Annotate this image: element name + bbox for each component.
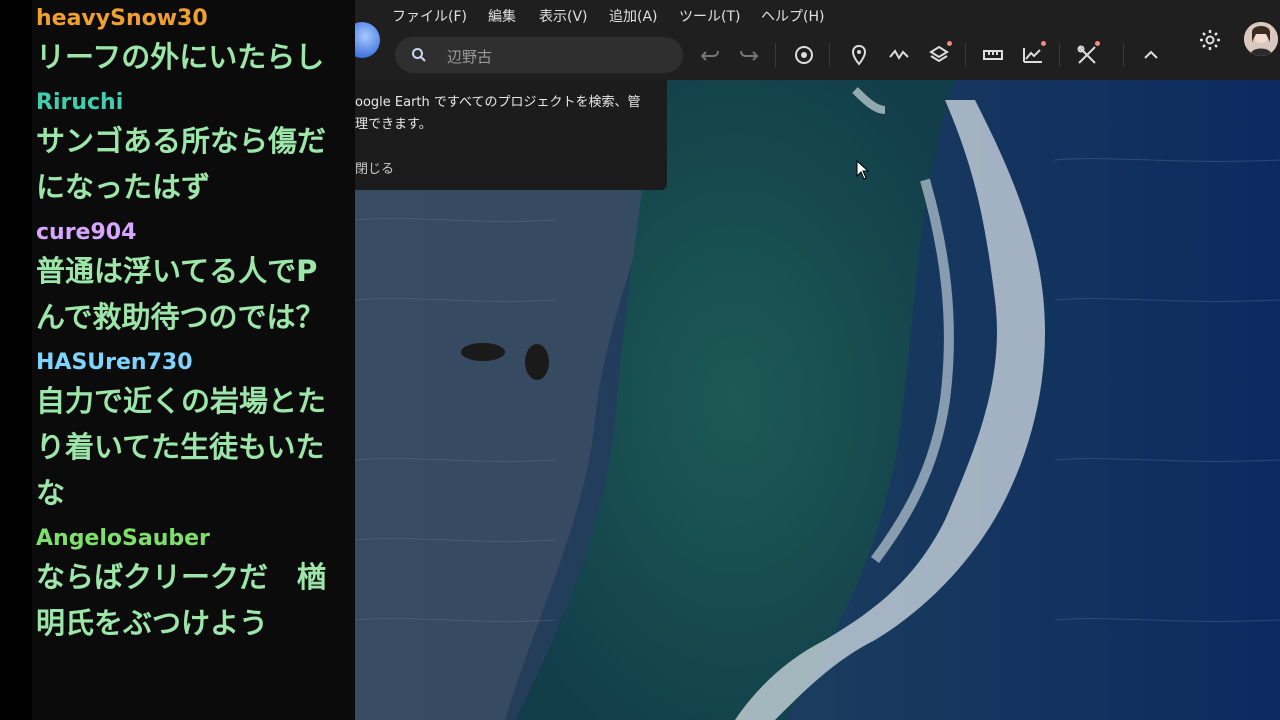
chat-message: Riruchi サンゴある所なら傷だ になったはず	[36, 88, 355, 210]
notification-dot	[1041, 41, 1046, 46]
elevation-button[interactable]	[1021, 41, 1046, 67]
notification-dot	[947, 41, 952, 46]
chat-username: Riruchi	[36, 90, 124, 115]
menu-bar: ファイル(F) 編集 表示(V) 追加(A) ツール(T) ヘルプ(H)	[355, 0, 1280, 30]
menu-add[interactable]: 追加(A)	[609, 6, 658, 26]
menu-help[interactable]: ヘルプ(H)	[761, 6, 824, 26]
ruler-icon	[983, 50, 1003, 60]
layers-button[interactable]	[927, 41, 952, 67]
chat-message: cure904 普通は浮いてる人でP んで救助待つのでは？	[36, 218, 355, 340]
redo-button[interactable]	[737, 43, 761, 67]
toolbar	[355, 30, 1280, 80]
history-icon	[795, 46, 813, 64]
chat-border	[0, 0, 32, 720]
toolbar-divider	[775, 43, 776, 67]
toolbar-divider	[1123, 43, 1124, 67]
avatar[interactable]	[1244, 22, 1278, 56]
chat-overlay: heavySnow30 リーフの外にいたらし Riruchi サンゴある所なら傷…	[0, 0, 355, 720]
layers-icon	[929, 45, 949, 63]
measure-button[interactable]	[981, 43, 1005, 67]
chat-message: AngeloSauber ならばクリークだ 楢 明氏をぶつけよう	[36, 524, 355, 646]
chat-username: cure904	[36, 220, 137, 245]
undo-icon	[700, 50, 719, 61]
profile-photo	[1244, 22, 1278, 56]
placemark-button[interactable]	[847, 43, 871, 67]
search-input[interactable]	[445, 44, 669, 68]
chat-username: HASUren730	[36, 350, 193, 375]
chat-text: ならばクリークだ 楢 明氏をぶつけよう	[36, 560, 327, 640]
toolbar-divider	[965, 43, 966, 67]
close-link[interactable]: 閉じる	[355, 158, 394, 177]
chat-text: リーフの外にいたらし	[36, 40, 325, 74]
redo-icon	[740, 50, 759, 61]
info-panel-text: oogle Earth ですべてのプロジェクトを検索、管 理できます。	[355, 95, 641, 132]
history-button[interactable]	[792, 43, 816, 67]
path-button[interactable]	[887, 43, 911, 67]
collapse-toolbar-button[interactable]	[1139, 43, 1163, 67]
chat-text: 自力で近くの岩場とた り着いてた生徒もいた な	[36, 384, 327, 510]
tools-button[interactable]	[1075, 41, 1100, 67]
chart-icon	[1023, 48, 1042, 63]
menu-file[interactable]: ファイル(F)	[392, 6, 467, 26]
collapse-icon	[1144, 50, 1158, 59]
menu-tools[interactable]: ツール(T)	[679, 6, 740, 26]
chat-username: AngeloSauber	[36, 526, 210, 551]
notification-dot	[1095, 41, 1100, 46]
menu-edit[interactable]: 編集	[488, 6, 516, 26]
toolbar-divider	[1059, 43, 1060, 67]
undo-button[interactable]	[698, 43, 722, 67]
search-box[interactable]	[395, 37, 683, 73]
path-icon	[889, 49, 909, 60]
chat-username: heavySnow30	[36, 6, 208, 31]
pin-icon	[851, 44, 867, 66]
gear-icon[interactable]	[1198, 28, 1222, 52]
search-icon	[412, 48, 426, 62]
mouse-cursor-icon	[856, 160, 870, 180]
chat-message: heavySnow30 リーフの外にいたらし	[36, 4, 355, 80]
chat-message: HASUren730 自力で近くの岩場とた り着いてた生徒もいた な	[36, 348, 355, 516]
tools-icon	[1077, 45, 1096, 64]
info-panel: oogle Earth ですべてのプロジェクトを検索、管 理できます。 閉じる	[355, 80, 667, 190]
chat-text: サンゴある所なら傷だ になったはず	[36, 124, 327, 204]
chat-message-list: heavySnow30 リーフの外にいたらし Riruchi サンゴある所なら傷…	[36, 4, 355, 654]
menu-view[interactable]: 表示(V)	[539, 6, 588, 26]
chat-text: 普通は浮いてる人でP んで救助待つのでは？	[36, 254, 325, 334]
toolbar-divider	[829, 43, 830, 67]
